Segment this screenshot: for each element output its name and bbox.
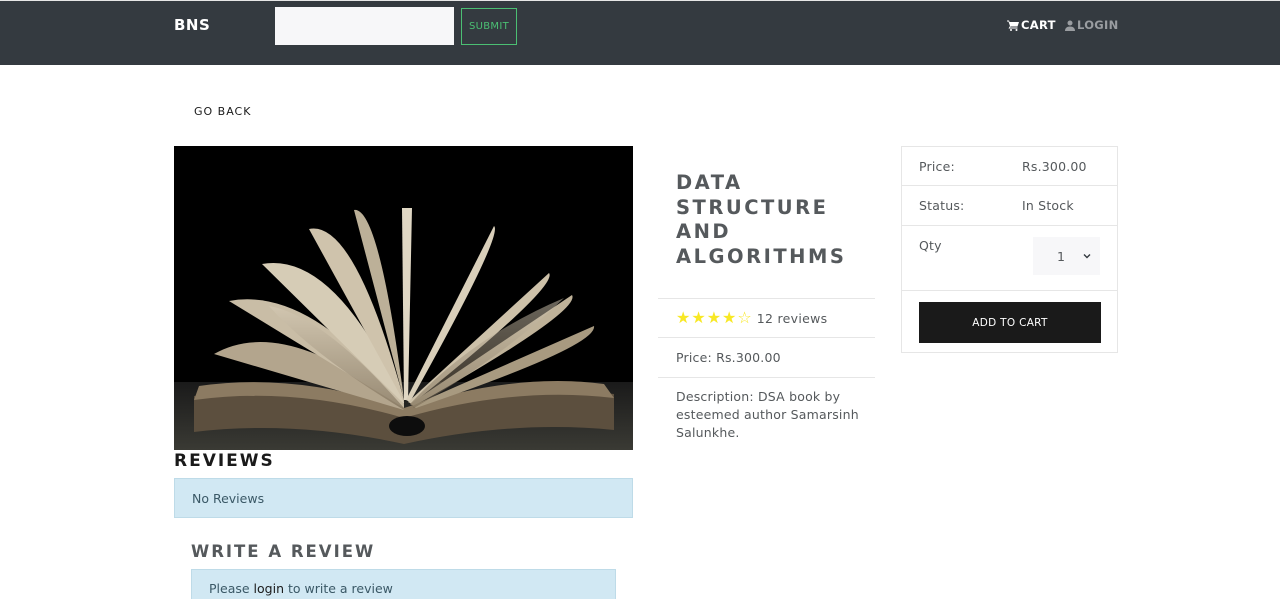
reviews-heading: REVIEWS [174,451,275,471]
login-link[interactable]: login [254,581,284,596]
navbar: BNS SUBMIT CART LOGIN [0,0,1280,65]
star-empty-icon: ☆ [737,308,752,327]
reviews-count: 12 reviews [756,310,828,326]
star-full-icon: ★ [706,308,722,327]
brand-logo[interactable]: BNS [174,16,210,34]
login-prompt-before: Please [209,581,254,596]
nav-cart-link[interactable]: CART [1007,18,1056,32]
status-row: Status: In Stock [902,186,1117,226]
star-full-icon: ★ [676,308,691,327]
add-to-cart-button[interactable]: ADD TO CART [919,302,1101,343]
shopping-cart-icon [1007,20,1019,31]
product-description: Description: DSA book by esteemed author… [676,389,859,440]
divider [658,337,875,338]
product-title: DATA STRUCTURE AND ALGORITHMS [676,171,847,268]
login-prompt-after: to write a review [284,581,393,596]
nav-login-label: LOGIN [1077,18,1119,32]
search-input[interactable] [275,7,454,45]
purchase-card: Price: Rs.300.00 Status: In Stock Qty 1 … [901,146,1118,353]
star-full-icon: ★ [691,308,706,327]
star-full-icon: ★ [722,308,737,327]
user-icon [1065,20,1075,31]
qty-label: Qty [919,238,942,253]
nav-login-link[interactable]: LOGIN [1065,18,1119,32]
product-image [174,146,633,450]
status-label: Status: [919,198,965,213]
search-submit-button[interactable]: SUBMIT [461,8,517,45]
product-price: Price: Rs.300.00 [676,350,781,365]
no-reviews-alert: No Reviews [174,478,633,518]
price-value: Rs.300.00 [1022,159,1087,174]
divider [658,298,875,299]
price-label: Price: [919,159,955,174]
chevron-down-icon [1083,254,1091,259]
qty-row: Qty 1 [902,226,1117,291]
divider [658,377,875,378]
login-to-review-alert: Please login to write a review [191,569,616,599]
write-review-heading: WRITE A REVIEW [191,542,376,561]
qty-select[interactable]: 1 [1033,237,1100,275]
nav-cart-label: CART [1021,18,1056,32]
price-row: Price: Rs.300.00 [902,147,1117,186]
status-value: In Stock [1022,198,1074,213]
product-rating: ★ ★ ★ ★ ☆ 12 reviews [676,310,827,326]
qty-value: 1 [1057,248,1065,264]
go-back-button[interactable]: GO BACK [194,105,251,118]
